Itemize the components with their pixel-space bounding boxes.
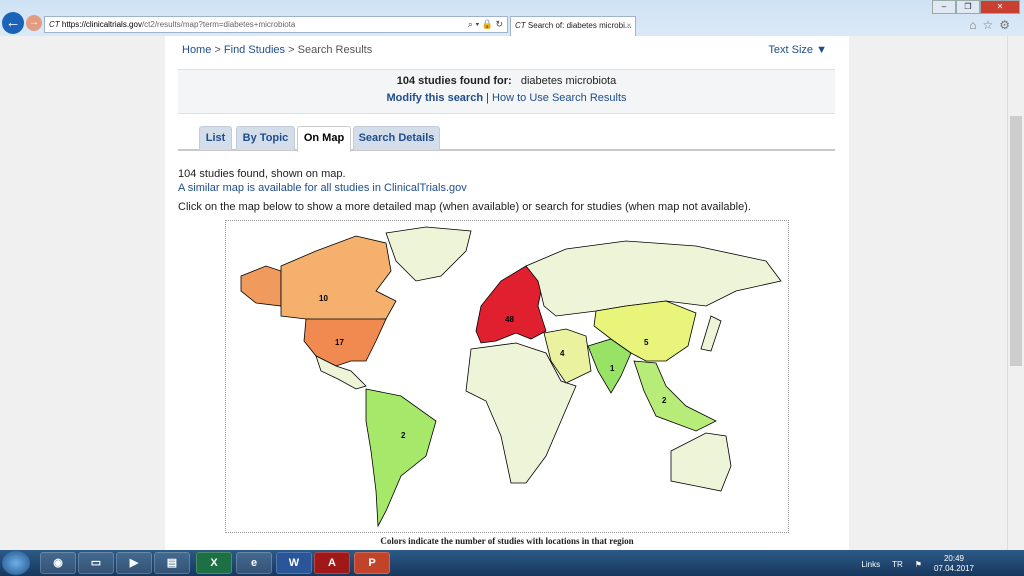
close-window-button[interactable]: ✕ bbox=[980, 0, 1020, 14]
taskbar-excel[interactable]: X bbox=[196, 552, 232, 574]
map-count-middle-east: 4 bbox=[560, 349, 565, 358]
breadcrumb-sep: > bbox=[288, 44, 295, 56]
map-region-united-states[interactable] bbox=[303, 318, 387, 367]
map-region-alaska[interactable] bbox=[240, 265, 282, 307]
taskbar-media[interactable]: ▶ bbox=[116, 552, 152, 574]
map-instructions: Click on the map below to show a more de… bbox=[178, 201, 751, 213]
taskbar-files[interactable]: ▭ bbox=[78, 552, 114, 574]
url-domain: https://clinicaltrials.gov bbox=[61, 20, 142, 29]
map-region-southeast-asia[interactable] bbox=[633, 360, 717, 432]
taskbar-word[interactable]: W bbox=[276, 552, 312, 574]
home-icon[interactable]: ⌂ bbox=[969, 18, 982, 32]
modify-search-link[interactable]: Modify this search bbox=[386, 92, 483, 104]
search-lock-refresh-icons[interactable]: ⌕ ▾ 🔒 ↻ bbox=[468, 17, 503, 32]
start-button[interactable] bbox=[2, 551, 30, 575]
tab-favicon: CT bbox=[515, 21, 526, 30]
caret-down-icon: ▼ bbox=[816, 44, 827, 56]
tab-search-details[interactable]: Search Details bbox=[353, 126, 440, 150]
clock[interactable]: 20:49 07.04.2017 bbox=[934, 554, 974, 574]
map-region-australia[interactable] bbox=[670, 432, 732, 492]
how-to-use-link[interactable]: How to Use Search Results bbox=[492, 92, 627, 104]
all-studies-map-link[interactable]: A similar map is available for all studi… bbox=[178, 182, 467, 194]
flag-icon[interactable]: ⚑ bbox=[915, 560, 922, 569]
map-region-greenland[interactable] bbox=[385, 226, 472, 282]
map-count-europe: 48 bbox=[505, 315, 514, 324]
tab-on-map[interactable]: On Map bbox=[297, 126, 351, 152]
taskbar: ◉ ▭ ▶ ▤ X e W A P Links TR ⚑ 20:49 07.04.… bbox=[0, 550, 1024, 576]
page-content: Home > Find Studies > Search Results Tex… bbox=[165, 36, 849, 550]
forward-button[interactable]: → bbox=[26, 15, 42, 31]
taskbar-chrome[interactable]: ◉ bbox=[40, 552, 76, 574]
breadcrumb-sep: > bbox=[214, 44, 221, 56]
map-count-east-asia: 5 bbox=[644, 338, 649, 347]
language-indicator[interactable]: TR bbox=[892, 560, 903, 569]
text-size-dropdown[interactable]: Text Size ▼ bbox=[768, 44, 827, 56]
address-bar[interactable]: CT https://clinicaltrials.gov/ct2/result… bbox=[44, 16, 508, 33]
site-icon: CT bbox=[49, 20, 60, 29]
search-query: diabetes microbiota bbox=[520, 75, 617, 87]
breadcrumb-current: Search Results bbox=[297, 44, 373, 56]
map-count-south-america: 2 bbox=[401, 431, 406, 440]
map-region-japan[interactable] bbox=[700, 315, 722, 352]
back-button[interactable]: ← bbox=[2, 12, 24, 34]
map-count-southeast-asia: 2 bbox=[662, 396, 667, 405]
map-region-canada[interactable] bbox=[280, 235, 397, 322]
results-tabs: List By Topic On Map Search Details bbox=[178, 126, 835, 152]
map-count-india: 1 bbox=[610, 364, 615, 373]
map-count-canada: 10 bbox=[319, 294, 328, 303]
tab-by-topic[interactable]: By Topic bbox=[236, 126, 295, 150]
tab-title: Search of: diabetes microbi... bbox=[527, 21, 632, 30]
world-map[interactable]: 10 17 48 4 1 5 2 2 bbox=[225, 220, 789, 533]
maximize-button[interactable]: ❐ bbox=[956, 0, 980, 14]
browser-tab[interactable]: CT Search of: diabetes microbi... × bbox=[510, 16, 636, 36]
minimize-button[interactable]: – bbox=[932, 0, 956, 14]
clock-date: 07.04.2017 bbox=[933, 564, 974, 573]
breadcrumb-find-studies[interactable]: Find Studies bbox=[224, 44, 285, 56]
favorites-star-icon[interactable]: ☆ bbox=[982, 18, 999, 32]
settings-gear-icon[interactable]: ⚙ bbox=[999, 18, 1016, 32]
scrollbar[interactable] bbox=[1007, 36, 1024, 550]
breadcrumb-home[interactable]: Home bbox=[182, 44, 211, 56]
taskbar-powerpoint[interactable]: P bbox=[354, 552, 390, 574]
system-tray: Links TR ⚑ 20:49 07.04.2017 bbox=[861, 554, 974, 574]
text-size-label: Text Size bbox=[768, 44, 814, 56]
scrollbar-thumb[interactable] bbox=[1010, 116, 1022, 366]
studies-shown-text: 104 studies found, shown on map. bbox=[178, 168, 346, 180]
url-path: /ct2/results/map?term=diabetes+microbiot… bbox=[141, 20, 296, 29]
separator: | bbox=[486, 92, 489, 104]
taskbar-print[interactable]: ▤ bbox=[154, 552, 190, 574]
browser-toolbar: ← → CT https://clinicaltrials.gov/ct2/re… bbox=[0, 0, 1024, 36]
close-tab-icon[interactable]: × bbox=[626, 17, 631, 35]
links-toolbar[interactable]: Links bbox=[861, 560, 880, 569]
map-caption: Colors indicate the number of studies wi… bbox=[380, 536, 634, 546]
clock-time: 20:49 bbox=[943, 554, 964, 563]
map-count-united-states: 17 bbox=[335, 338, 344, 347]
results-count: 104 studies found for: bbox=[396, 75, 512, 87]
taskbar-ie[interactable]: e bbox=[236, 552, 272, 574]
map-region-south-america[interactable] bbox=[365, 388, 437, 528]
tab-list[interactable]: List bbox=[199, 126, 232, 150]
breadcrumb: Home > Find Studies > Search Results bbox=[182, 44, 372, 56]
taskbar-pdf[interactable]: A bbox=[314, 552, 350, 574]
search-summary: 104 studies found for: diabetes microbio… bbox=[178, 69, 835, 114]
